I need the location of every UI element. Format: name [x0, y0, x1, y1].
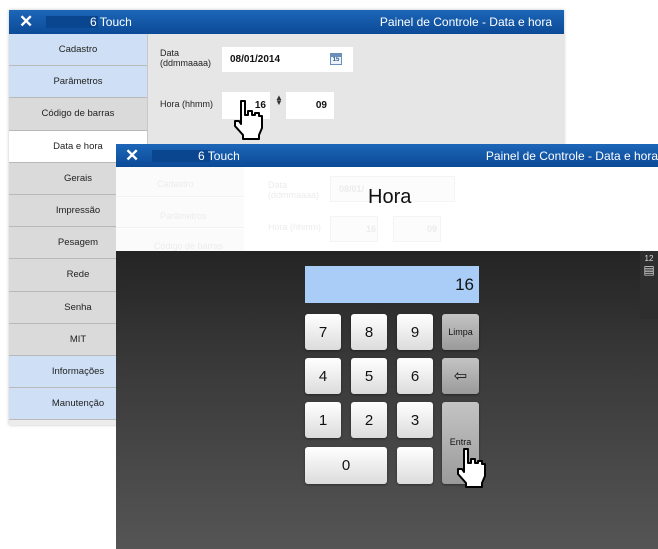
dialog-title: Hora	[368, 186, 412, 208]
key-8[interactable]: 8	[351, 314, 387, 350]
date-field[interactable]: 08/01/2014 15	[222, 47, 353, 72]
close-icon[interactable]: ✕	[125, 146, 139, 166]
clear-button[interactable]: Limpa	[442, 314, 479, 350]
sidebar-item-parametros[interactable]: Parâmetros	[9, 66, 147, 99]
key-7[interactable]: 7	[305, 314, 341, 350]
spin-down-icon[interactable]: ▼	[275, 98, 283, 107]
faded-background-panel: Cadastro Parâmetros Código de barras Dat…	[116, 167, 658, 259]
ghost-hour-value: 16	[366, 224, 377, 234]
key-0[interactable]: 0	[305, 447, 387, 484]
page-title: Painel de Controle - Data e hora	[379, 15, 552, 29]
backspace-icon[interactable]: ⇦	[442, 358, 479, 394]
ghost-time-label: Hora (hhmm)	[268, 222, 322, 232]
key-1[interactable]: 1	[305, 402, 341, 438]
app-name: 6 Touch	[90, 15, 132, 29]
calendar-icon[interactable]: 15	[330, 53, 342, 65]
ghost-date-value: 08/01/	[339, 184, 365, 194]
app-name: 6 Touch	[198, 149, 240, 163]
blank-key[interactable]	[397, 447, 433, 484]
time-label: Hora (hhmm)	[160, 99, 214, 109]
ghost-minute-value: 09	[427, 224, 438, 234]
keypad-display: 16	[305, 266, 479, 303]
hand-cursor-icon	[234, 100, 263, 140]
edge-panel: 12 ▤	[640, 251, 658, 319]
keypad-overlay: 16 7 8 9 Limpa 4 5 6 ⇦ 1 2 3 Entra 0 12 …	[116, 251, 658, 549]
close-icon[interactable]: ✕	[19, 12, 33, 32]
date-label: Data (ddmmaaaa)	[160, 48, 212, 68]
hand-cursor-icon	[457, 448, 486, 488]
minute-field[interactable]: 09	[286, 92, 334, 119]
sidebar-item-codigo-de-barras[interactable]: Código de barras	[9, 98, 147, 131]
minute-value: 09	[315, 100, 327, 111]
date-value: 08/01/2014	[230, 54, 281, 65]
key-4[interactable]: 4	[305, 358, 341, 394]
time-spinner[interactable]: ▲ ▼	[275, 94, 283, 107]
front-window: ✕ 6 Touch Painel de Controle - Data e ho…	[116, 144, 658, 549]
title-bar: ✕ 6 Touch Painel de Controle - Data e ho…	[9, 10, 564, 34]
ghost-sidebar-item: Código de barras	[154, 241, 224, 251]
ghost-sidebar-item: Cadastro	[157, 179, 194, 189]
key-6[interactable]: 6	[397, 358, 433, 394]
edge-text: 12	[644, 254, 654, 263]
key-5[interactable]: 5	[351, 358, 387, 394]
page-title: Painel de Controle - Data e hora	[485, 149, 658, 163]
ghost-sidebar-item: Parâmetros	[160, 211, 207, 221]
sidebar-item-cadastro[interactable]: Cadastro	[9, 34, 147, 67]
ghost-date-label: Data (ddmmaaaa)	[268, 180, 320, 200]
title-bar: ✕ 6 Touch Painel de Controle - Data e ho…	[116, 144, 658, 167]
key-9[interactable]: 9	[397, 314, 433, 350]
edge-icon: ▤	[643, 263, 655, 277]
key-2[interactable]: 2	[351, 402, 387, 438]
key-3[interactable]: 3	[397, 402, 433, 438]
